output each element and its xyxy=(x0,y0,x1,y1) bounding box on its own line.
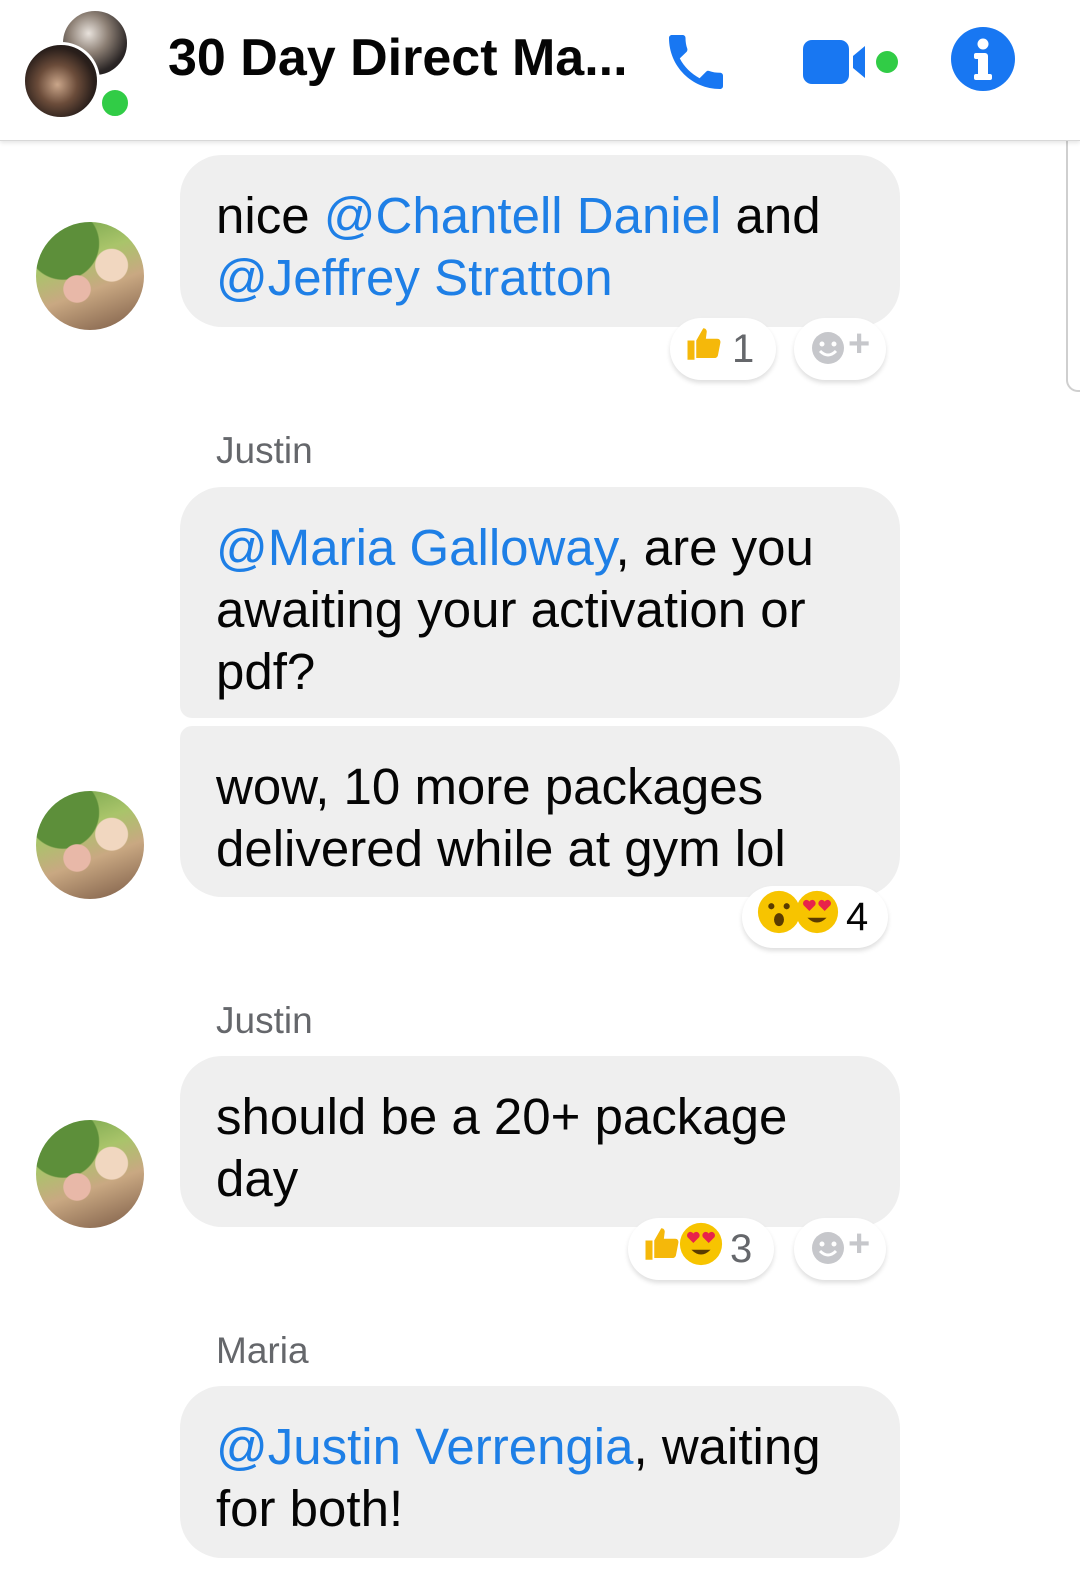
mention-link[interactable]: @Jeffrey Stratton xyxy=(216,249,613,306)
sender-avatar[interactable] xyxy=(36,222,144,330)
conversation-header: 30 Day Direct Ma... xyxy=(0,0,1080,141)
message-text: and xyxy=(721,187,821,244)
info-icon[interactable] xyxy=(950,26,1016,92)
sender-avatar[interactable] xyxy=(36,1120,144,1228)
reaction-summary[interactable]: 1 xyxy=(670,318,776,380)
add-reaction-plus: + xyxy=(848,323,871,365)
member-avatar-front xyxy=(22,42,100,120)
message-bubble[interactable]: @Maria Galloway, are you awaiting your a… xyxy=(180,487,900,718)
reaction-summary[interactable]: 4 xyxy=(742,886,888,948)
reaction-count: 1 xyxy=(732,326,755,371)
conversation-title[interactable]: 30 Day Direct Ma... xyxy=(168,28,628,88)
message-bubble[interactable]: @Justin Verrengia, waiting for both! xyxy=(180,1386,900,1558)
sender-name: Justin xyxy=(216,430,313,471)
message-text: wow, 10 more packages delivered while at… xyxy=(216,758,786,877)
add-reaction-plus: + xyxy=(848,1223,871,1265)
message-text: nice xyxy=(216,187,324,244)
message-bubble[interactable]: nice @Chantell Daniel and @Jeffrey Strat… xyxy=(180,155,900,327)
group-avatar[interactable] xyxy=(22,8,134,120)
sender-name: Justin xyxy=(216,1000,313,1041)
scroll-edge xyxy=(1066,140,1080,392)
message-bubble[interactable]: wow, 10 more packages delivered while at… xyxy=(180,726,900,897)
reaction-count: 3 xyxy=(730,1226,753,1271)
online-status-indicator xyxy=(98,86,132,120)
message-text: should be a 20+ package day xyxy=(216,1088,788,1207)
thumbs-up-emoji xyxy=(684,323,726,375)
sender-name: Maria xyxy=(216,1330,309,1371)
add-reaction-button[interactable]: + xyxy=(794,1218,886,1280)
heart-eyes-emoji xyxy=(678,1221,724,1277)
heart-eyes-emoji xyxy=(794,889,840,945)
mention-link[interactable]: @Justin Verrengia xyxy=(216,1418,634,1475)
message-bubble[interactable]: should be a 20+ package day xyxy=(180,1056,900,1227)
mention-link[interactable]: @Chantell Daniel xyxy=(324,187,722,244)
reaction-count: 4 xyxy=(846,894,869,939)
phone-icon[interactable] xyxy=(660,26,732,98)
reaction-summary[interactable]: 3 xyxy=(628,1218,774,1280)
mention-link[interactable]: @Maria Galloway xyxy=(216,519,615,576)
add-reaction-button[interactable]: + xyxy=(794,318,886,380)
video-call-icon[interactable] xyxy=(803,34,913,90)
add-reaction-icon xyxy=(812,1232,844,1264)
sender-avatar[interactable] xyxy=(36,791,144,899)
add-reaction-icon xyxy=(812,332,844,364)
